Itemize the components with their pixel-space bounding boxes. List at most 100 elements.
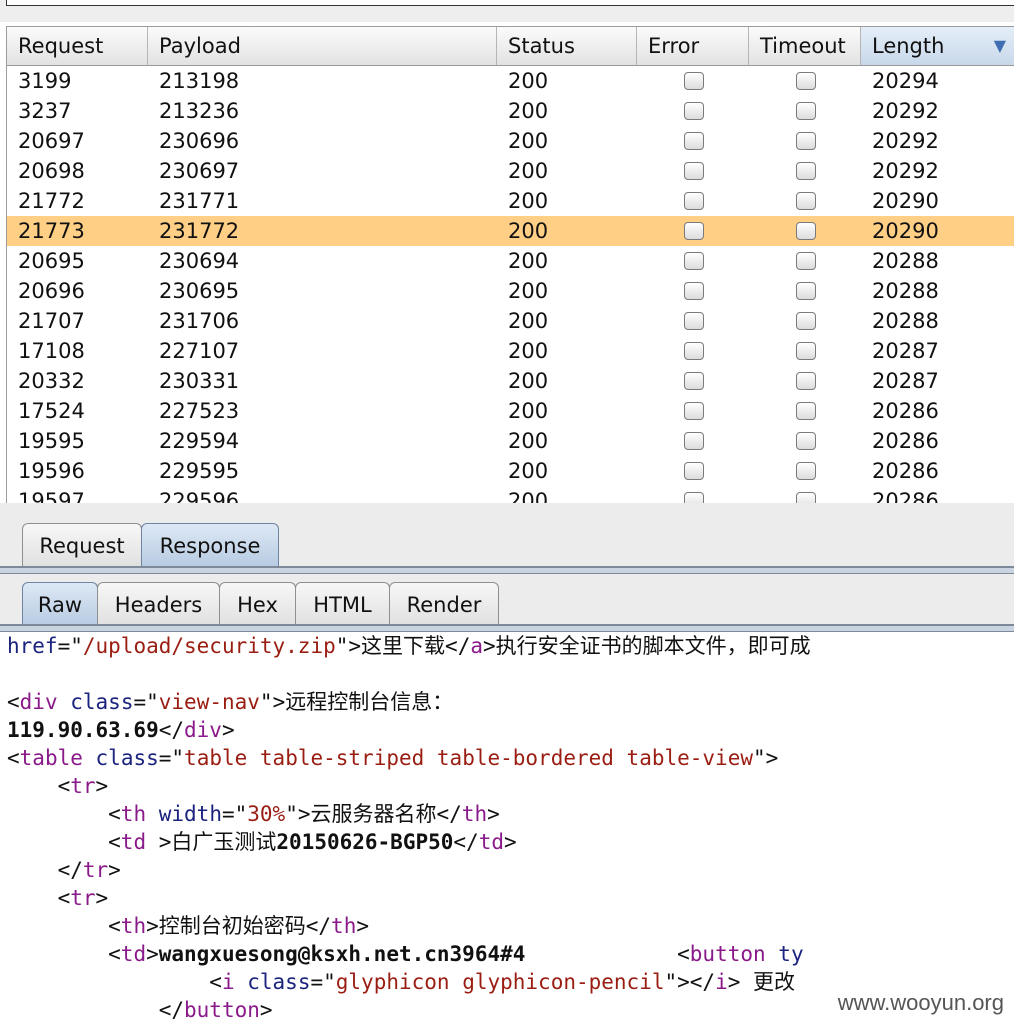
timeout-checkbox[interactable] [796,162,816,180]
cell-payload: 227107 [159,339,240,363]
column-header-length[interactable]: Length ▼ [861,27,1014,65]
code-token-tag: td [478,830,504,854]
timeout-checkbox[interactable] [796,192,816,210]
cell-payload: 229596 [159,489,240,504]
code-line: <tr> [7,772,109,800]
code-token-attr: width [158,802,222,826]
error-checkbox[interactable] [684,372,704,390]
table-row[interactable]: 19595 229594 200 20286 [7,426,1014,456]
error-checkbox[interactable] [684,102,704,120]
error-checkbox[interactable] [684,402,704,420]
cell-length: 20290 [872,189,939,213]
table-row[interactable]: 19596 229595 200 20286 [7,456,1014,486]
code-token-tag: a [470,634,483,658]
table-row[interactable]: 21773 231772 200 20290 [7,216,1014,246]
table-row[interactable]: 20695 230694 200 20288 [7,246,1014,276]
table-row[interactable]: 19597 229596 200 20286 [7,486,1014,504]
code-token-plain: </ [305,914,332,938]
code-token-tag: td [120,942,147,966]
column-header-timeout[interactable]: Timeout [749,27,861,65]
timeout-checkbox[interactable] [796,222,816,240]
timeout-checkbox[interactable] [796,102,816,120]
tab-response[interactable]: Response [141,523,279,567]
column-header-error[interactable]: Error [637,27,749,65]
code-token-tag: i [715,970,728,994]
column-header-payload[interactable]: Payload [148,27,497,65]
timeout-checkbox[interactable] [796,132,816,150]
column-header-status[interactable]: Status [497,27,637,65]
error-checkbox[interactable] [684,192,704,210]
tab-html[interactable]: HTML [295,582,390,626]
cell-status: 200 [508,489,549,504]
code-token-plain: =" [158,746,185,770]
column-header-label: Length [872,34,945,58]
error-checkbox[interactable] [684,162,704,180]
code-line: <th>控制台初始密码</th> [7,912,369,940]
table-row[interactable]: 20696 230695 200 20288 [7,276,1014,306]
table-row[interactable]: 20698 230697 200 20292 [7,156,1014,186]
code-token-tag: td [120,830,147,854]
error-checkbox[interactable] [684,132,704,150]
cell-request: 20332 [18,369,85,393]
cell-status: 200 [508,459,549,483]
table-row[interactable]: 3199 213198 200 20294 [7,66,1014,96]
table-row[interactable]: 17524 227523 200 20286 [7,396,1014,426]
timeout-checkbox[interactable] [796,462,816,480]
timeout-checkbox[interactable] [796,342,816,360]
top-panel-box [6,0,1014,6]
error-checkbox[interactable] [684,222,704,240]
cell-length: 20287 [872,369,939,393]
raw-response-viewer[interactable]: </button> <i class="glyphicon glyphicon-… [0,632,1014,1030]
table-row[interactable]: 20697 230696 200 20292 [7,126,1014,156]
tab-raw[interactable]: Raw [22,582,98,626]
cell-payload: 229594 [159,429,240,453]
error-checkbox[interactable] [684,342,704,360]
error-checkbox[interactable] [684,462,704,480]
cell-payload: 230697 [159,159,240,183]
table-row[interactable]: 17108 227107 200 20287 [7,336,1014,366]
table-row[interactable]: 20332 230331 200 20287 [7,366,1014,396]
cell-request: 19595 [18,429,85,453]
code-token-plain: > [108,858,121,882]
code-token-tag: i [221,970,235,994]
tab-render[interactable]: Render [389,582,499,626]
error-checkbox[interactable] [684,312,704,330]
table-row[interactable]: 21772 231771 200 20290 [7,186,1014,216]
code-token-cjk: 云服务器名称 [310,802,437,826]
code-token-plain: < [7,690,20,714]
timeout-checkbox[interactable] [796,402,816,420]
timeout-checkbox[interactable] [796,372,816,390]
tab-request[interactable]: Request [22,523,142,567]
code-token-attr: class [70,690,134,714]
timeout-checkbox[interactable] [796,72,816,90]
tab-hex[interactable]: Hex [219,582,296,626]
code-token-tag: th [461,802,488,826]
timeout-checkbox[interactable] [796,432,816,450]
code-token-plain: > [727,970,754,994]
error-checkbox[interactable] [684,252,704,270]
code-token-plain: </ [445,634,471,658]
code-token-tag: button [184,998,260,1022]
error-checkbox[interactable] [684,282,704,300]
timeout-checkbox[interactable] [796,252,816,270]
cell-status: 200 [508,339,549,363]
code-token-plain: </ [158,718,185,742]
code-token-tag: tr [70,886,96,910]
code-line: <td >白广玉测试20150626-BGP50</td> [7,828,517,856]
column-header-request[interactable]: Request [7,27,148,65]
table-row[interactable]: 3237 213236 200 20292 [7,96,1014,126]
code-token-str: /upload/security.zip [82,634,336,658]
tab-headers[interactable]: Headers [97,582,220,626]
cell-request: 21707 [18,309,85,333]
cell-length: 20286 [872,399,939,423]
error-checkbox[interactable] [684,72,704,90]
timeout-checkbox[interactable] [796,282,816,300]
table-row[interactable]: 21707 231706 200 20288 [7,306,1014,336]
timeout-checkbox[interactable] [796,312,816,330]
code-token-tag: div [184,718,222,742]
code-token-tag: div [19,690,58,714]
cell-request: 17108 [18,339,85,363]
code-token-plain: > [95,886,109,910]
error-checkbox[interactable] [684,432,704,450]
